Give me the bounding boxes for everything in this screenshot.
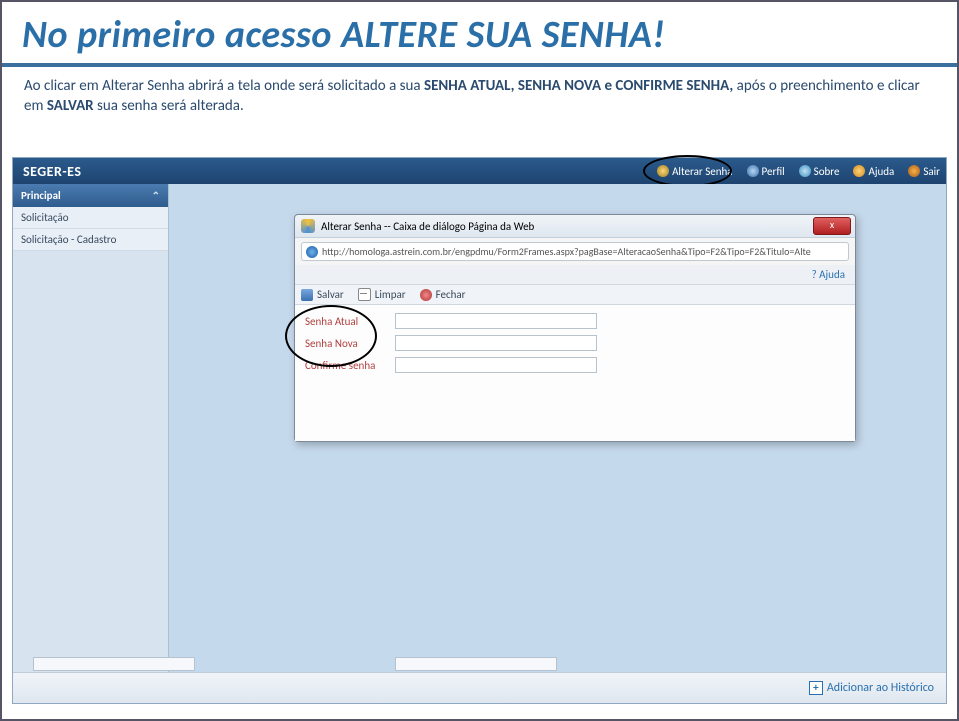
body-bold1: SENHA ATUAL, SENHA NOVA e CONFIRME SENHA… [424,77,737,95]
label-confirme-senha: Confirme senha [305,359,395,372]
form-row-senha-nova: Senha Nova [305,335,845,351]
sidebar-header-label: Principal [21,189,61,202]
ajuda-link[interactable]: Ajuda [853,165,894,178]
body-pre: Ao clicar em Alterar Senha abrirá a tela… [24,77,424,95]
dialog-toolbar: Salvar Limpar Fechar [295,285,855,305]
status-small-boxes [33,657,557,671]
form-row-confirme-senha: Confirme senha [305,357,845,373]
info-icon [799,165,811,177]
perfil-icon [747,165,759,177]
ie-icon [301,219,315,233]
close-round-icon [420,289,432,301]
dialog-help-link[interactable]: ? Ajuda [295,265,855,285]
dialog-help-label: ? Ajuda [812,268,845,281]
status-box-right [395,657,557,671]
alterar-senha-dialog: Alterar Senha -- Caixa de diálogo Página… [294,214,856,442]
body-end: sua senha será alterada. [97,97,244,115]
app-topbar: SEGER-ES Alterar Senha Perfil Sobre Ajud… [13,158,946,184]
sair-link[interactable]: Sair [908,165,940,178]
perfil-link[interactable]: Perfil [747,165,785,178]
slide-body: Ao clicar em Alterar Senha abrirá a tela… [2,71,957,126]
close-icon: x [830,218,834,231]
app-brand: SEGER-ES [13,163,91,180]
label-senha-atual: Senha Atual [305,315,395,328]
limpar-button[interactable]: Limpar [358,288,406,301]
salvar-button[interactable]: Salvar [301,288,344,301]
app-screenshot: SEGER-ES Alterar Senha Perfil Sobre Ajud… [12,157,947,704]
clear-icon [358,288,371,301]
ajuda-label: Ajuda [868,165,894,178]
slide-title-bar: No primeiro acesso ALTERE SUA SENHA! [2,2,957,67]
label-senha-nova: Senha Nova [305,337,395,350]
fechar-label: Fechar [436,288,466,301]
sidebar-header[interactable]: Principal ⌃ [13,184,168,207]
sobre-label: Sobre [814,165,840,178]
dialog-body: Senha Atual Senha Nova Confirme senha [295,305,855,441]
salvar-label: Salvar [317,288,344,301]
plus-icon: + [809,681,823,695]
body-bold2: SALVAR [47,97,97,115]
slide-title: No primeiro acesso ALTERE SUA SENHA! [22,12,665,58]
sobre-link[interactable]: Sobre [799,165,840,178]
input-senha-atual[interactable] [395,313,597,329]
dialog-url-text: http://homologa.astrein.com.br/engpdmu/F… [322,245,811,258]
app-footer: + Adicionar ao Histórico [13,672,946,703]
sidebar-item-label: Solicitação - Cadastro [21,233,116,246]
perfil-label: Perfil [762,165,785,178]
dialog-url-bar[interactable]: http://homologa.astrein.com.br/engpdmu/F… [301,242,849,261]
main-area: Alterar Senha -- Caixa de diálogo Página… [169,184,946,673]
sidebar: Principal ⌃ Solicitação Solicitação - Ca… [13,184,169,673]
form-row-senha-atual: Senha Atual [305,313,845,329]
adicionar-historico-link[interactable]: + Adicionar ao Histórico [809,681,934,695]
save-icon [301,289,313,301]
limpar-label: Limpar [375,288,406,301]
exit-icon [908,165,920,177]
highlight-circle-topbar [643,155,732,187]
dialog-titlebar: Alterar Senha -- Caixa de diálogo Página… [295,215,855,238]
dialog-close-button[interactable]: x [813,217,851,235]
sidebar-item-solicitacao-cadastro[interactable]: Solicitação - Cadastro [13,229,168,251]
help-icon [853,165,865,177]
sidebar-item-label: Solicitação [21,211,69,224]
sidebar-item-solicitacao[interactable]: Solicitação [13,207,168,229]
dialog-title-text: Alterar Senha -- Caixa de diálogo Página… [321,220,534,233]
input-confirme-senha[interactable] [395,357,597,373]
fechar-button[interactable]: Fechar [420,288,466,301]
status-box-left [33,657,195,671]
sair-label: Sair [923,165,940,178]
browser-icon [306,246,318,258]
chevron-up-icon: ⌃ [152,189,160,202]
historico-label: Adicionar ao Histórico [827,681,934,695]
input-senha-nova[interactable] [395,335,597,351]
